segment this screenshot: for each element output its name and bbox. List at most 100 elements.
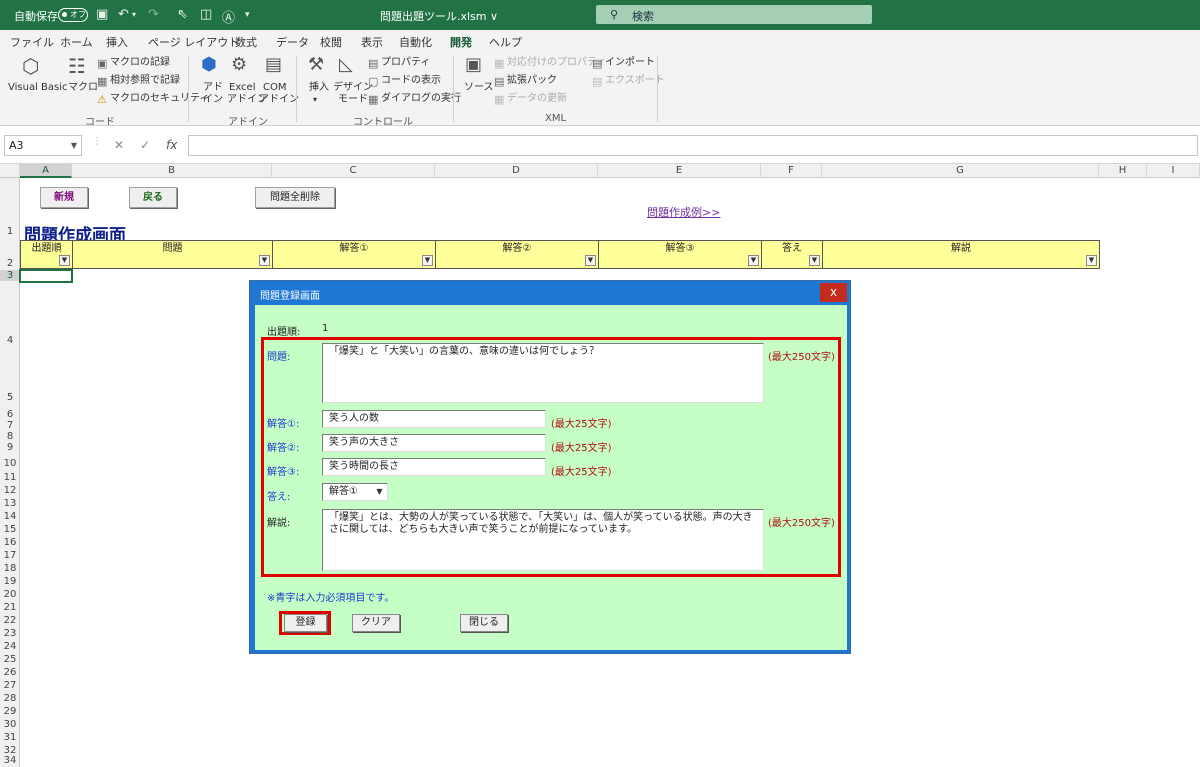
insert-dropdown-icon[interactable]: ▾ xyxy=(313,94,317,106)
answer3-field[interactable]: 笑う時間の長さ xyxy=(322,458,546,476)
row-header[interactable]: 18 xyxy=(0,563,20,574)
tab-data[interactable]: データ xyxy=(276,34,309,50)
column-header[interactable]: G xyxy=(822,164,1099,178)
row-header[interactable]: 10 xyxy=(0,458,20,469)
macro-icon[interactable]: ☷ xyxy=(68,56,86,76)
column-header[interactable]: F xyxy=(761,164,822,178)
addins-button-line1[interactable]: アド xyxy=(203,82,223,94)
row-header[interactable]: 13 xyxy=(0,498,20,509)
select-all-corner[interactable] xyxy=(0,164,20,178)
tab-insert[interactable]: 挿入 xyxy=(106,34,128,50)
filter-dropdown-icon[interactable]: ▼ xyxy=(809,255,820,266)
row-header[interactable]: 2 xyxy=(0,258,20,269)
design-mode-icon[interactable]: ◺ xyxy=(339,56,353,74)
row-header[interactable]: 25 xyxy=(0,654,20,665)
excel-addins-button-line1[interactable]: Excel xyxy=(229,82,256,94)
row-header[interactable]: 15 xyxy=(0,524,20,535)
row-header[interactable]: 24 xyxy=(0,641,20,652)
insert-control-button[interactable]: 挿入 xyxy=(309,82,329,94)
addins-button-line2[interactable]: イン xyxy=(203,94,223,106)
row-header[interactable]: 1 xyxy=(0,226,20,237)
filter-dropdown-icon[interactable]: ▼ xyxy=(1086,255,1097,266)
design-mode-button-line1[interactable]: デザイン xyxy=(333,82,373,94)
row-header[interactable]: 6 xyxy=(0,409,20,420)
row-header[interactable]: 4 xyxy=(0,335,20,346)
formula-input[interactable] xyxy=(188,135,1198,156)
clear-button[interactable]: クリア xyxy=(352,614,400,632)
tab-file[interactable]: ファイル xyxy=(10,34,54,50)
column-header[interactable]: C xyxy=(272,164,435,178)
column-header[interactable]: I xyxy=(1147,164,1200,178)
relative-reference-button[interactable]: 相対参照で記録 xyxy=(110,75,180,87)
customize-toolbar-icon[interactable]: ▾ xyxy=(245,10,250,20)
explanation-field[interactable]: 「爆笑」とは、大勢の人が笑っている状態で、「大笑い」は、個人が笑っている状態。声… xyxy=(322,509,764,571)
visual-basic-icon[interactable]: ⬡ xyxy=(22,56,39,76)
file-title[interactable]: 問題出題ツール.xlsm ∨ xyxy=(380,8,498,24)
tab-developer[interactable]: 開発 xyxy=(450,34,472,54)
chevron-down-icon[interactable]: ▼ xyxy=(373,485,386,499)
row-header[interactable]: 31 xyxy=(0,732,20,743)
row-header[interactable]: 5 xyxy=(0,392,20,403)
new-button[interactable]: 新規 xyxy=(40,187,88,208)
design-mode-button-line2[interactable]: モード xyxy=(338,94,368,106)
row-header[interactable]: 14 xyxy=(0,511,20,522)
autosave-toggle[interactable]: オフ xyxy=(58,8,88,22)
com-addins-button-line2[interactable]: アドイン xyxy=(259,94,299,106)
delete-all-button[interactable]: 問題全削除 xyxy=(255,187,335,208)
chevron-down-icon[interactable]: ▼ xyxy=(71,136,77,155)
drag-handle-icon[interactable]: ⋮ xyxy=(92,136,102,147)
row-header[interactable]: 8 xyxy=(0,431,20,442)
expansion-packs-button[interactable]: 拡張パック xyxy=(507,75,557,87)
back-button[interactable]: 戻る xyxy=(129,187,177,208)
row-header[interactable]: 16 xyxy=(0,537,20,548)
filter-dropdown-icon[interactable]: ▼ xyxy=(748,255,759,266)
row-header[interactable]: 7 xyxy=(0,420,20,431)
view-code-button[interactable]: コードの表示 xyxy=(381,75,441,87)
tab-page-layout[interactable]: ページ レイアウト xyxy=(148,34,239,50)
selected-cell[interactable] xyxy=(19,269,73,283)
example-link[interactable]: 問題作成例>> xyxy=(647,204,720,220)
record-macro-button[interactable]: マクロの記録 xyxy=(110,57,170,69)
undo-dropdown-icon[interactable]: ▾ xyxy=(132,10,136,19)
row-header[interactable]: 34 xyxy=(0,755,20,766)
search-box[interactable]: ⚲ 検索 xyxy=(596,5,872,24)
import-button[interactable]: インポート xyxy=(605,57,655,69)
select-objects-icon[interactable]: ⇖ xyxy=(177,7,188,22)
column-header[interactable]: E xyxy=(598,164,761,178)
row-header[interactable]: 27 xyxy=(0,680,20,691)
row-header[interactable]: 30 xyxy=(0,719,20,730)
filter-dropdown-icon[interactable]: ▼ xyxy=(59,255,70,266)
tab-formulas[interactable]: 数式 xyxy=(235,34,257,50)
row-header[interactable]: 19 xyxy=(0,576,20,587)
properties-button[interactable]: プロパティ xyxy=(381,57,430,69)
row-header[interactable]: 11 xyxy=(0,472,20,483)
column-header[interactable]: A xyxy=(20,164,72,178)
run-dialog-button[interactable]: ダイアログの実行 xyxy=(381,93,461,105)
com-addins-icon[interactable]: ▤ xyxy=(265,56,282,74)
save-icon[interactable]: ▣ xyxy=(96,7,108,22)
column-header[interactable]: B xyxy=(72,164,272,178)
row-header[interactable]: 20 xyxy=(0,589,20,600)
insert-control-icon[interactable]: ⚒ xyxy=(308,56,324,74)
addins-icon[interactable]: ⬢ xyxy=(201,56,217,74)
filter-dropdown-icon[interactable]: ▼ xyxy=(585,255,596,266)
tab-home[interactable]: ホーム xyxy=(60,34,93,50)
excel-addins-icon[interactable]: ⚙ xyxy=(231,56,247,74)
row-header[interactable]: 9 xyxy=(0,442,20,453)
row-header[interactable]: 23 xyxy=(0,628,20,639)
column-header[interactable]: D xyxy=(435,164,598,178)
close-button[interactable]: 閉じる xyxy=(460,614,508,632)
tab-view[interactable]: 表示 xyxy=(361,34,383,50)
row-header[interactable]: 29 xyxy=(0,706,20,717)
row-header[interactable]: 22 xyxy=(0,615,20,626)
row-header[interactable]: 12 xyxy=(0,485,20,496)
filter-dropdown-icon[interactable]: ▼ xyxy=(422,255,433,266)
undo-icon[interactable]: ↶ xyxy=(118,7,129,22)
macro-button[interactable]: マクロ xyxy=(68,82,98,94)
answer2-field[interactable]: 笑う声の大きさ xyxy=(322,434,546,452)
insert-function-icon[interactable]: fx xyxy=(166,138,177,152)
tab-help[interactable]: ヘルプ xyxy=(489,34,522,50)
row-header[interactable]: 26 xyxy=(0,667,20,678)
xml-source-icon[interactable]: ▣ xyxy=(465,56,482,74)
row-header[interactable]: 17 xyxy=(0,550,20,561)
